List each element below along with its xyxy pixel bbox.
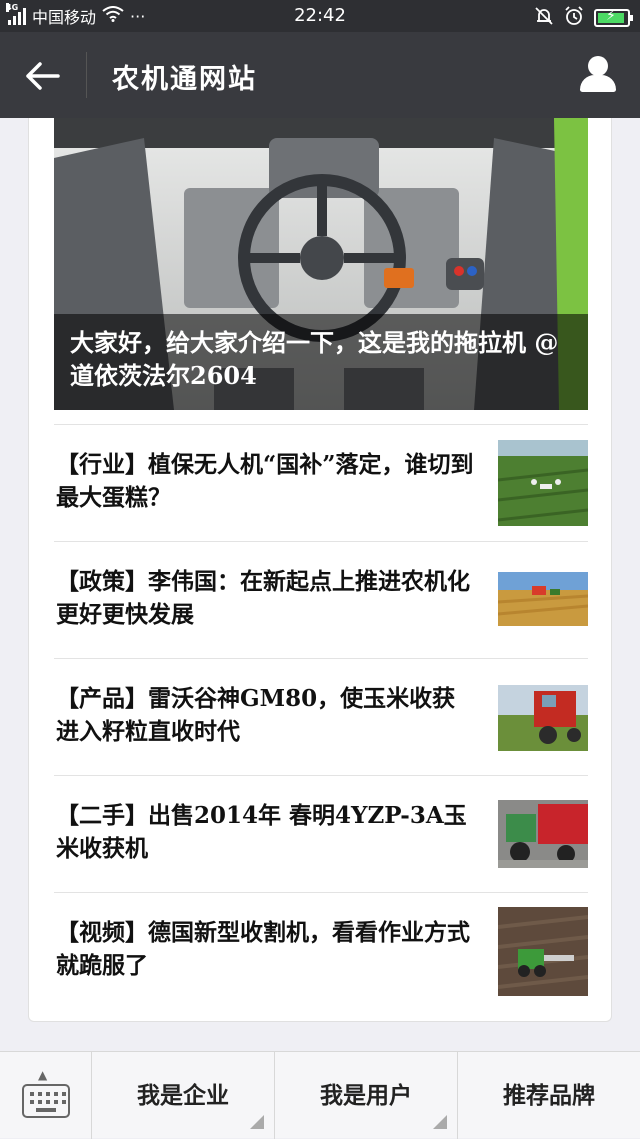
article-item[interactable]: 【政策】李伟国：在新起点上推进农机化更好更快发展 xyxy=(54,541,588,658)
menu-item-user[interactable]: 我是用户 xyxy=(275,1052,458,1139)
article-item[interactable]: 【行业】植保无人机“国补”落定，谁切到最大蛋糕？ xyxy=(54,424,588,541)
article-title: 【产品】雷沃谷神GM80，使玉米收获进入籽粒直收时代 xyxy=(56,685,456,745)
article-title: 【二手】出售2014年 春明4YZP-3A玉米收获机 xyxy=(56,802,467,862)
caret-up-icon: ▲ xyxy=(38,1068,48,1082)
back-button[interactable] xyxy=(22,54,66,98)
title-divider xyxy=(86,52,87,98)
submenu-corner-icon xyxy=(433,1115,447,1129)
status-bar: 4G 中国移动 ··· 22:42 ⚡ xyxy=(0,0,640,32)
keyboard-icon xyxy=(22,1084,70,1118)
menu-item-label: 我是用户 xyxy=(320,1082,412,1109)
article-thumbnail xyxy=(498,440,588,526)
page-title: 农机通网站 xyxy=(112,64,257,95)
article-thumbnail xyxy=(498,800,588,868)
article-list: 【行业】植保无人机“国补”落定，谁切到最大蛋糕？ 【政策】李伟国：在新起点上推进… xyxy=(54,424,588,1009)
menu-item-enterprise[interactable]: 我是企业 xyxy=(92,1052,275,1139)
submenu-corner-icon xyxy=(250,1115,264,1129)
alarm-icon xyxy=(564,6,584,30)
article-title: 【视频】德国新型收割机，看看作业方式就跪服了 xyxy=(56,919,470,979)
mute-bell-icon xyxy=(534,6,554,30)
article-item[interactable]: 【产品】雷沃谷神GM80，使玉米收获进入籽粒直收时代 xyxy=(54,658,588,775)
article-title: 【政策】李伟国：在新起点上推进农机化更好更快发展 xyxy=(56,568,470,628)
article-thumbnail xyxy=(498,685,588,751)
menu-item-label: 我是企业 xyxy=(137,1082,229,1109)
article-item[interactable]: 【二手】出售2014年 春明4YZP-3A玉米收获机 xyxy=(54,775,588,892)
article-card: 大家好，给大家介绍一下，这是我的拖拉机 @道依茨法尔2604 【行业】植保无人机… xyxy=(28,118,612,1022)
menu-item-brands[interactable]: 推荐品牌 xyxy=(458,1052,640,1139)
menu-item-label: 推荐品牌 xyxy=(503,1082,595,1109)
arrow-left-icon xyxy=(26,62,60,90)
battery-icon: ⚡ xyxy=(594,8,633,27)
hero-caption: 大家好，给大家介绍一下，这是我的拖拉机 @道依茨法尔2604 xyxy=(54,314,588,410)
user-profile-button[interactable] xyxy=(578,56,618,96)
article-title: 【行业】植保无人机“国补”落定，谁切到最大蛋糕？ xyxy=(56,451,474,511)
article-thumbnail xyxy=(498,572,588,626)
keyboard-toggle-button[interactable]: ▲ xyxy=(0,1052,92,1139)
article-item[interactable]: 【视频】德国新型收割机，看看作业方式就跪服了 xyxy=(54,892,588,1009)
hero-article[interactable]: 大家好，给大家介绍一下，这是我的拖拉机 @道依茨法尔2604 xyxy=(54,118,588,410)
title-bar: 农机通网站 xyxy=(0,32,640,118)
article-thumbnail xyxy=(498,907,588,996)
bottom-menu: ▲ 我是企业 我是用户 推荐品牌 xyxy=(0,1051,640,1139)
